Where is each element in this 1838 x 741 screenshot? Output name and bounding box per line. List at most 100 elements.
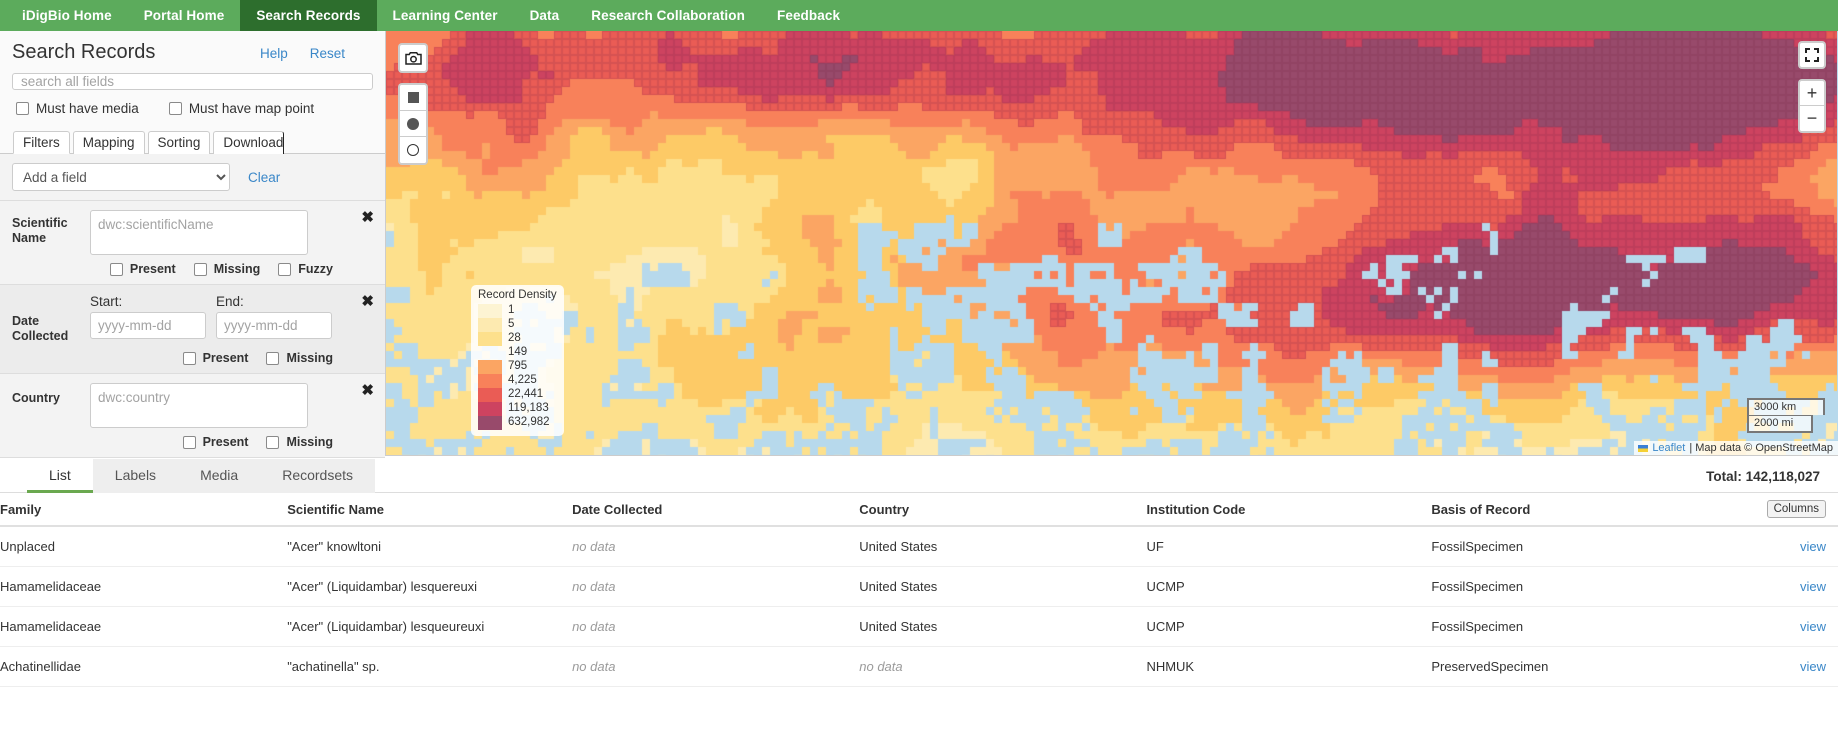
tab-media[interactable]: Media — [178, 459, 261, 493]
remove-filter-icon[interactable]: ✖ — [361, 210, 374, 225]
tab-recordsets[interactable]: Recordsets — [260, 459, 376, 493]
filter-label: Scientific Name — [12, 216, 68, 245]
scientific-name-input[interactable] — [90, 210, 308, 255]
cell-date-collected: no data — [572, 566, 860, 607]
table-row[interactable]: Achatinellidae "achatinella" sp. no data no… — [0, 646, 1838, 687]
column-header-date-collected[interactable]: Date Collected — [572, 493, 860, 527]
view-link-text[interactable]: view — [1800, 539, 1826, 554]
fullscreen-icon[interactable] — [1798, 41, 1826, 69]
checkbox-box-icon[interactable] — [266, 351, 280, 365]
zoom-out-button[interactable]: − — [1800, 106, 1824, 131]
view-record-link[interactable]: view — [1723, 526, 1838, 567]
checkbox-box-icon[interactable] — [16, 102, 29, 115]
tab-download[interactable]: Download — [213, 131, 285, 154]
view-link-text[interactable]: view — [1800, 659, 1826, 674]
nav-item-idigbio-home[interactable]: iDigBio Home — [6, 0, 128, 31]
nav-item-feedback[interactable]: Feedback — [761, 0, 856, 31]
column-header-basis-of-record[interactable]: Basis of Record — [1431, 493, 1724, 527]
checkbox-box-icon[interactable] — [182, 435, 196, 449]
option-present[interactable]: Present — [182, 351, 249, 365]
column-header-institution-code[interactable]: Institution Code — [1146, 493, 1432, 527]
add-field-select[interactable]: Add a field — [12, 163, 230, 191]
checkbox-box-icon[interactable] — [266, 435, 280, 449]
end-date-input[interactable] — [216, 312, 332, 339]
results-tabs-bar: List Labels Media Recordsets Total: 142,… — [0, 456, 1838, 493]
view-record-link[interactable]: view — [1723, 646, 1838, 687]
filled-square-icon[interactable] — [400, 85, 426, 111]
help-link[interactable]: Help — [260, 46, 288, 61]
option-missing[interactable]: Missing — [193, 262, 261, 276]
legend-entry: 28 — [478, 332, 557, 346]
legend-value: 795 — [508, 360, 528, 373]
record-density-map[interactable]: + − Record Density 1 5 28 149 795 4,225 22,441… — [386, 31, 1838, 456]
option-missing[interactable]: Missing — [266, 435, 333, 449]
option-missing[interactable]: Missing — [266, 351, 333, 365]
table-row[interactable]: Hamamelidaceae "Acer" (Liquidambar) lesqu… — [0, 606, 1838, 647]
view-record-link[interactable]: view — [1723, 606, 1838, 647]
option-present[interactable]: Present — [109, 262, 176, 276]
columns-button[interactable]: Columns — [1766, 500, 1826, 518]
checkbox-box-icon[interactable] — [182, 351, 196, 365]
checkbox-must-have-media[interactable]: Must have media — [16, 101, 139, 116]
option-fuzzy[interactable]: Fuzzy — [278, 262, 333, 276]
table-row[interactable]: Hamamelidaceae "Acer" (Liquidambar) lesqu… — [0, 566, 1838, 607]
remove-filter-icon[interactable]: ✖ — [361, 383, 374, 398]
option-label: Present — [129, 262, 176, 276]
results-table-body: Unplaced "Acer" knowltoni no data United St… — [0, 526, 1838, 687]
camera-icon[interactable] — [398, 43, 428, 73]
cell-family: Hamamelidaceae — [0, 566, 288, 607]
tab-mapping[interactable]: Mapping — [72, 131, 145, 154]
checkbox-box-icon[interactable] — [168, 102, 182, 115]
zoom-button-group: + − — [1798, 79, 1826, 133]
view-link-text[interactable]: view — [1800, 579, 1826, 594]
nav-item-data[interactable]: Data — [514, 0, 576, 31]
table-row[interactable]: Unplaced "Acer" knowltoni no data United St… — [0, 526, 1838, 567]
country-input[interactable] — [90, 383, 308, 428]
legend-swatch — [478, 402, 502, 416]
column-header-scientific-name[interactable]: Scientific Name — [287, 493, 573, 527]
view-record-link[interactable]: view — [1723, 566, 1838, 607]
cell-institution-code: UF — [1146, 526, 1432, 567]
nav-item-search-records[interactable]: Search Records — [240, 0, 377, 31]
nav-item-portal-home[interactable]: Portal Home — [128, 0, 241, 31]
checkbox-box-icon[interactable] — [109, 262, 123, 276]
legend-title: Record Density — [478, 288, 557, 301]
legend-swatch — [478, 346, 502, 360]
start-date-input[interactable] — [90, 312, 206, 339]
remove-filter-icon[interactable]: ✖ — [361, 294, 374, 309]
option-label: Present — [202, 351, 249, 365]
column-header-family[interactable]: Family — [0, 493, 288, 527]
search-input[interactable] — [12, 73, 373, 90]
column-header-country[interactable]: Country — [859, 493, 1147, 527]
results-table: Family Scientific Name Date Collected Co… — [0, 493, 1838, 687]
legend-entry: 22,441 — [478, 388, 557, 402]
sidebar-tabs: Filters Mapping Sorting Download — [0, 120, 385, 154]
legend-swatch — [478, 388, 502, 402]
cell-basis-of-record: FossilSpecimen — [1431, 566, 1724, 607]
view-link-text[interactable]: view — [1800, 619, 1826, 634]
option-present[interactable]: Present — [182, 435, 248, 449]
zoom-in-button[interactable]: + — [1800, 81, 1824, 106]
nav-item-learning-center[interactable]: Learning Center — [377, 0, 514, 31]
clear-filters-link[interactable]: Clear — [248, 170, 280, 185]
tab-list[interactable]: List — [27, 459, 93, 493]
checkbox-box-icon[interactable] — [278, 262, 292, 276]
reset-link[interactable]: Reset — [310, 46, 345, 61]
tab-labels[interactable]: Labels — [92, 459, 179, 493]
leaflet-link[interactable]: Leaflet — [1652, 442, 1685, 454]
hollow-circle-icon[interactable] — [400, 137, 426, 163]
filled-circle-icon[interactable] — [400, 111, 426, 137]
nav-item-research-collaboration[interactable]: Research Collaboration — [575, 0, 761, 31]
legend-swatch — [478, 374, 502, 388]
legend-value: 1 — [508, 304, 515, 317]
option-label: Missing — [213, 262, 261, 276]
legend-swatch — [478, 318, 502, 332]
cell-scientific-name: "achatinella" sp. — [287, 646, 573, 687]
filter-label: Date Collected — [12, 314, 69, 343]
map-heatmap-canvas[interactable] — [386, 31, 1837, 455]
checkbox-must-have-map-point[interactable]: Must have map point — [168, 101, 314, 116]
tab-sorting[interactable]: Sorting — [147, 131, 211, 154]
tab-filters[interactable]: Filters — [13, 131, 70, 154]
checkbox-box-icon[interactable] — [193, 262, 207, 276]
cell-family: Achatinellidae — [0, 646, 288, 687]
